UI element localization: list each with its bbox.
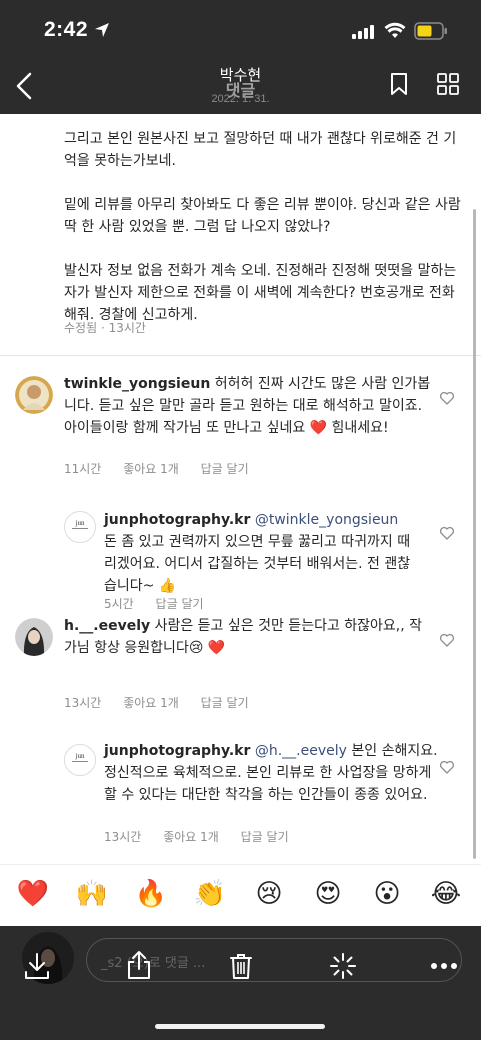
trash-icon[interactable] [229, 952, 253, 980]
avatar[interactable]: jun [64, 511, 96, 543]
reply-button[interactable]: 답글 달기 [241, 830, 289, 844]
emoji-button[interactable]: 😍 [311, 879, 345, 909]
emoji-button[interactable]: 😮 [370, 879, 404, 909]
post-caption: 그리고 본인 원본사진 보고 절망하던 때 내가 괜찮다 위로해준 건 기억을 … [64, 128, 464, 326]
comment-mention[interactable]: @h.__.eevely [250, 743, 347, 759]
comment-time: 13시간 [104, 830, 142, 844]
comment-meta: 11시간 좋아요 1개 답글 달기 [64, 460, 267, 477]
caption-paragraph: 밑에 리뷰를 아무리 찾아봐도 다 좋은 리뷰 뿐이야. 당신과 같은 사람 딱… [64, 197, 461, 235]
bottom-toolbar: _s2 (으)로 댓글 ... [0, 926, 481, 1040]
nav-title: 박수현 [219, 66, 262, 84]
emoji-button[interactable]: 👏 [193, 879, 227, 909]
emoji-button[interactable]: ❤️ [16, 879, 50, 909]
reply-button[interactable]: 답글 달기 [156, 597, 204, 611]
caption-paragraph: 발신자 정보 없음 전화가 계속 오네. 진정해라 진정해 떳떳을 말하는 자가… [64, 263, 457, 323]
comment-text: h.__.eevely 사람은 듣고 싶은 것만 듣는다고 하잖아요,, 작가님… [64, 615, 434, 659]
avatar[interactable] [15, 618, 53, 656]
emoji-reaction-bar: ❤️ 🙌 🔥 👏 😢 😍 😮 😂 [0, 864, 481, 926]
heart-outline-icon[interactable] [439, 632, 455, 648]
avatar[interactable] [15, 376, 53, 414]
share-icon[interactable] [126, 950, 152, 980]
status-bar: 2:42 [0, 0, 481, 62]
comment-text: twinkle_yongsieun 허허허 진짜 시간도 많은 사람 인가봅니다… [64, 373, 434, 439]
comment-likes[interactable]: 좋아요 1개 [123, 696, 179, 710]
more-icon[interactable] [430, 962, 458, 970]
heart-outline-icon[interactable] [439, 759, 455, 775]
comment-text: junphotography.kr @twinkle_yongsieun 돈 좀… [104, 509, 414, 597]
nav-date: 2022. 1. 31. [211, 93, 270, 105]
comment-username[interactable]: twinkle_yongsieun [64, 376, 210, 392]
caption-time: 13시간 [108, 321, 146, 335]
svg-text:jun: jun [75, 519, 85, 527]
emoji-button[interactable]: 🙌 [75, 879, 109, 909]
comment-meta: 5시간 답글 달기 [104, 595, 222, 612]
wifi-icon [384, 22, 406, 38]
home-indicator[interactable] [155, 1024, 325, 1029]
grid-icon[interactable] [437, 73, 459, 95]
comment-body: 돈 좀 있고 권력까지 있으면 무릎 꿇리고 따귀까지 때리겠어요. 어디서 갑… [104, 534, 411, 594]
avatar[interactable]: jun [64, 744, 96, 776]
edited-label: 수정됨 [64, 321, 98, 335]
reply-button[interactable]: 답글 달기 [201, 462, 249, 476]
download-icon[interactable] [24, 952, 50, 980]
divider [0, 355, 481, 356]
comment-meta: 13시간 좋아요 1개 답글 달기 [104, 828, 307, 845]
status-time: 2:42 [44, 18, 89, 41]
comments-content[interactable]: 그리고 본인 원본사진 보고 절망하던 때 내가 괜찮다 위로해준 건 기억을 … [0, 114, 481, 864]
caption-paragraph: 그리고 본인 원본사진 보고 절망하던 때 내가 괜찮다 위로해준 건 기억을 … [64, 131, 457, 169]
heart-outline-icon[interactable] [439, 390, 455, 406]
comment-time: 5시간 [104, 597, 134, 611]
comment-text: junphotography.kr @h.__.eevely 본인 손해지요. … [104, 740, 444, 806]
comment-time: 11시간 [64, 462, 102, 476]
emoji-button[interactable]: 🔥 [134, 879, 168, 909]
heart-outline-icon[interactable] [439, 525, 455, 541]
bookmark-icon[interactable] [390, 72, 408, 96]
caption-meta: 수정됨 · 13시간 [64, 321, 146, 335]
reply-button[interactable]: 답글 달기 [201, 696, 249, 710]
comment-mention[interactable]: @twinkle_yongsieun [250, 512, 398, 528]
scrollbar[interactable] [473, 209, 476, 859]
comment-username[interactable]: h.__.eevely [64, 618, 150, 634]
cell-signal-icon [352, 25, 374, 39]
location-arrow-icon [95, 23, 109, 37]
sparkle-icon[interactable] [329, 952, 357, 980]
svg-text:jun: jun [75, 752, 85, 760]
comment-username[interactable]: junphotography.kr [104, 743, 250, 759]
emoji-button[interactable]: 😂 [429, 879, 463, 909]
top-chrome: 2:42 댓글 박수현 2022. 1. 31. [0, 0, 481, 114]
emoji-button[interactable]: 😢 [252, 879, 286, 909]
comment-username[interactable]: junphotography.kr [104, 512, 250, 528]
comment-time: 13시간 [64, 696, 102, 710]
comment-meta: 13시간 좋아요 1개 답글 달기 [64, 694, 267, 711]
comment-likes[interactable]: 좋아요 1개 [123, 462, 179, 476]
battery-icon [414, 22, 447, 40]
comment-likes[interactable]: 좋아요 1개 [163, 830, 219, 844]
